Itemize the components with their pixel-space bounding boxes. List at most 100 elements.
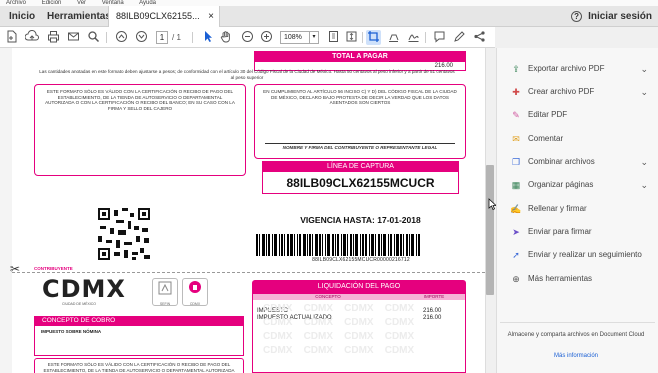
more-tools-icon: ⊕: [512, 273, 520, 284]
signin-link[interactable]: Iniciar sesión: [588, 11, 652, 22]
tool-item-label: Editar PDF: [528, 110, 568, 119]
contribuyente-label: CONTRIBUYENTE: [34, 266, 73, 271]
col-importe: IMPORTE: [423, 294, 445, 299]
chevron-down-icon[interactable]: ⌄: [640, 60, 648, 78]
hand-tool-icon[interactable]: [218, 30, 233, 45]
legal-top-text: Las cantidades anotadas en este formato …: [39, 69, 455, 80]
toolbar-divider: [362, 32, 363, 43]
sign-icon[interactable]: [406, 30, 421, 45]
toolbar-divider: [425, 32, 426, 43]
crop-tool-icon[interactable]: [366, 30, 381, 45]
cloud-link[interactable]: Más información: [506, 353, 646, 359]
validity-box: ESTE FORMATO SÓLO ES VÁLIDO CON LA CERTI…: [34, 84, 246, 176]
scroll-mode-icon[interactable]: [344, 30, 359, 45]
page-up-icon[interactable]: [114, 30, 129, 45]
tab-document[interactable]: 88ILB09CLX62155... ×: [108, 6, 220, 27]
edit-pdf-icon: ✎: [512, 109, 520, 120]
zoom-in-icon[interactable]: [259, 30, 274, 45]
tool-item-comment[interactable]: ✉ Comentar: [510, 130, 650, 148]
highlight-icon[interactable]: [386, 30, 401, 45]
concepto-text: IMPUESTO SOBRE NÓMINA: [41, 329, 102, 334]
tool-item-label: Enviar y realizar un seguimiento: [528, 250, 642, 259]
signature-label: NOMBRE Y FIRMA DEL CONTRIBUYENTE O REPRE…: [282, 145, 438, 150]
tool-item-combine[interactable]: ❐ Combinar archivos ⌄: [510, 153, 650, 171]
tool-item-export-pdf[interactable]: ⇪ Exportar archivo PDF ⌄: [510, 60, 650, 78]
declaration-box: EN CUMPLIMIENTO AL ARTÍCULO 56 INCISO C)…: [254, 84, 466, 159]
capture-label: LÍNEA DE CAPTURA: [262, 161, 459, 172]
tool-item-label: Organizar páginas: [528, 180, 594, 189]
bottom-validity-box: ESTE FORMATO SÓLO ES VÁLIDO CON LA CERTI…: [34, 358, 244, 373]
send-track-icon: ➚: [512, 249, 520, 260]
capture-code: 88ILB09CLX62155MCUCR: [262, 172, 459, 194]
email-icon[interactable]: [66, 30, 81, 45]
tool-item-label: Exportar archivo PDF: [528, 64, 605, 73]
tool-item-label: Combinar archivos: [528, 157, 595, 166]
zoom-input[interactable]: 108%: [280, 31, 310, 44]
comment-toolbar-icon[interactable]: [432, 30, 447, 45]
cdmx-logo: CDMX CIUDAD DE MÉXICO: [42, 276, 152, 312]
page-total: / 1: [172, 33, 181, 42]
organize-icon: ▦: [511, 179, 521, 190]
tool-item-fill-sign[interactable]: ✍ Rellenar y firmar: [510, 200, 650, 218]
cdmx-text: CDMX: [42, 275, 126, 303]
signature-line: [265, 143, 455, 144]
close-tab-icon[interactable]: ×: [208, 6, 214, 27]
pen-icon[interactable]: [452, 30, 467, 45]
tool-item-edit-pdf[interactable]: ✎ Editar PDF: [510, 106, 650, 124]
tool-item-more-tools[interactable]: ⊕ Más herramientas: [510, 270, 650, 288]
cut-line: [12, 272, 485, 273]
header-right: ? Iniciar sesión: [571, 6, 652, 27]
create-icon[interactable]: [4, 30, 19, 45]
tool-item-send-sign[interactable]: ➤ Enviar para firmar: [510, 223, 650, 241]
tool-item-label: Enviar para firmar: [528, 227, 592, 236]
help-icon[interactable]: ?: [571, 10, 583, 22]
upload-cloud-icon[interactable]: [24, 30, 39, 45]
scrollbar-thumb[interactable]: [486, 165, 494, 295]
tool-item-organize[interactable]: ▦ Organizar páginas ⌄: [510, 176, 650, 194]
vigencia-text: VIGENCIA HASTA: 17-01-2018: [300, 215, 421, 225]
page-number-input[interactable]: 1: [156, 31, 168, 44]
document-cloud-box: Almacene y comparta archivos en Document…: [500, 322, 655, 370]
tab-home[interactable]: Inicio: [2, 6, 42, 27]
declaration-text: EN CUMPLIMIENTO AL ARTÍCULO 56 INCISO C)…: [263, 89, 457, 105]
create-pdf-icon: ✚: [512, 86, 520, 97]
zoom-dropdown-icon[interactable]: ▾: [310, 31, 319, 44]
col-concepto: CONCEPTO: [315, 294, 341, 299]
liquidacion-label: LIQUIDACIÓN DEL PAGO: [252, 280, 466, 294]
barcode: [256, 234, 466, 256]
tool-item-create-pdf[interactable]: ✚ Crear archivo PDF ⌄: [510, 83, 650, 101]
zoom-out-icon[interactable]: [240, 30, 255, 45]
tool-item-label: Más herramientas: [528, 274, 593, 283]
chevron-down-icon[interactable]: ⌄: [640, 153, 648, 171]
row-amount: 216.00: [423, 308, 442, 314]
combine-icon: ❐: [511, 156, 521, 167]
toolbar-divider: [106, 32, 107, 43]
chevron-down-icon[interactable]: ⌄: [640, 83, 648, 101]
tab-tools[interactable]: Herramientas: [40, 6, 118, 27]
toolbar-divider: [192, 32, 193, 43]
toolbar: 1 / 1 108% ▾: [0, 27, 495, 48]
print-icon[interactable]: [46, 30, 61, 45]
liquidacion-table: CONCEPTO IMPORTE IMPUESTO 216.00 IMPUEST…: [252, 294, 466, 373]
search-icon[interactable]: [86, 30, 101, 45]
bottom-validity-text: ESTE FORMATO SÓLO ES VÁLIDO CON LA CERTI…: [43, 362, 235, 373]
document-viewer[interactable]: TOTAL A PAGAR 216.00 Las cantidades anot…: [0, 48, 495, 373]
barcode-text: 88ILB09CLX62155MCUCR00000216712: [312, 257, 410, 263]
concepto-label: CONCEPTO DE COBRO: [34, 316, 244, 326]
tab-bar: Inicio Herramientas 88ILB09CLX62155... ×: [0, 6, 658, 27]
concepto-box: IMPUESTO SOBRE NÓMINA: [34, 326, 244, 356]
share-icon[interactable]: [472, 30, 487, 45]
cloud-text: Almacene y comparta archivos en Document…: [507, 332, 645, 338]
chevron-down-icon[interactable]: ⌄: [640, 176, 648, 194]
tool-item-label: Rellenar y firmar: [528, 204, 587, 213]
tool-item-send-track[interactable]: ➚ Enviar y realizar un seguimiento: [510, 246, 650, 264]
tool-item-label: Comentar: [528, 134, 564, 143]
pdf-page: TOTAL A PAGAR 216.00 Las cantidades anot…: [10, 48, 485, 373]
seal-caption: CDMX: [189, 302, 201, 306]
page-down-icon[interactable]: [134, 30, 149, 45]
validity-text: ESTE FORMATO SÓLO ES VÁLIDO CON LA CERTI…: [45, 89, 235, 111]
select-cursor-icon[interactable]: [200, 30, 215, 45]
sefin-logo: SEFIN: [152, 278, 178, 306]
fit-page-icon[interactable]: [326, 30, 341, 45]
fill-sign-icon: ✍: [510, 203, 522, 214]
